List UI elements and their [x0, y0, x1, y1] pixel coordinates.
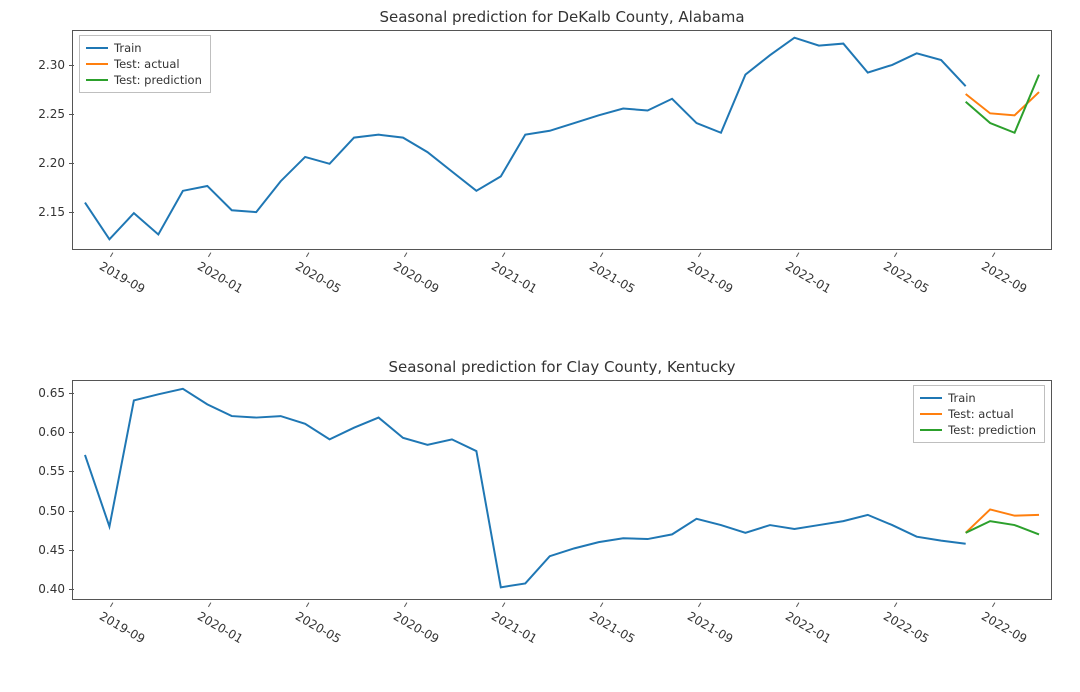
- legend-item-prediction: Test: prediction: [920, 422, 1036, 438]
- x-tick: 2022-05: [881, 259, 931, 296]
- plot-area: Train Test: actual Test: prediction 0.40…: [72, 380, 1052, 600]
- x-tick: 2021-05: [587, 259, 637, 296]
- legend-item-actual: Test: actual: [920, 406, 1036, 422]
- x-tick: 2021-05: [587, 609, 637, 646]
- y-tick: 2.20: [38, 156, 73, 170]
- legend-item-actual: Test: actual: [86, 56, 202, 72]
- legend-swatch-actual: [86, 63, 108, 65]
- x-tick: 2021-09: [685, 609, 735, 646]
- y-tick: 0.45: [38, 543, 73, 557]
- y-tick: 2.25: [38, 107, 73, 121]
- y-tick: 0.60: [38, 425, 73, 439]
- y-tick: 0.65: [38, 386, 73, 400]
- legend: Train Test: actual Test: prediction: [913, 385, 1045, 443]
- legend-swatch-actual: [920, 413, 942, 415]
- chart-title: Seasonal prediction for Clay County, Ken…: [72, 358, 1052, 376]
- x-tick: 2022-09: [979, 259, 1029, 296]
- x-tick: 2019-09: [97, 259, 147, 296]
- legend-swatch-prediction: [86, 79, 108, 81]
- y-tick: 0.55: [38, 464, 73, 478]
- plot-area: Train Test: actual Test: prediction 2.15…: [72, 30, 1052, 250]
- chart-dekalb: Seasonal prediction for DeKalb County, A…: [72, 30, 1052, 250]
- x-tick: 2020-09: [391, 609, 441, 646]
- figure: Seasonal prediction for DeKalb County, A…: [0, 0, 1080, 692]
- x-tick: 2020-05: [293, 609, 343, 646]
- x-tick: 2020-05: [293, 259, 343, 296]
- x-tick: 2019-09: [97, 609, 147, 646]
- legend-label: Test: prediction: [948, 422, 1036, 438]
- legend-item-prediction: Test: prediction: [86, 72, 202, 88]
- x-tick: 2022-09: [979, 609, 1029, 646]
- series-line-train: [85, 389, 966, 587]
- y-tick: 2.30: [38, 58, 73, 72]
- legend-item-train: Train: [86, 40, 202, 56]
- y-tick: 0.50: [38, 504, 73, 518]
- x-tick: 2022-01: [783, 609, 833, 646]
- x-tick: 2021-01: [489, 259, 539, 296]
- series-line-train: [85, 38, 966, 240]
- x-tick: 2021-09: [685, 259, 735, 296]
- legend-item-train: Train: [920, 390, 1036, 406]
- legend-label: Test: prediction: [114, 72, 202, 88]
- y-tick: 2.15: [38, 205, 73, 219]
- series-svg: [73, 31, 1051, 249]
- x-tick: 2020-01: [195, 259, 245, 296]
- x-tick: 2022-05: [881, 609, 931, 646]
- legend-swatch-prediction: [920, 429, 942, 431]
- x-tick: 2021-01: [489, 609, 539, 646]
- legend-swatch-train: [86, 47, 108, 49]
- legend-label: Train: [114, 40, 142, 56]
- chart-clay: Seasonal prediction for Clay County, Ken…: [72, 380, 1052, 600]
- legend-swatch-train: [920, 397, 942, 399]
- y-tick: 0.40: [38, 582, 73, 596]
- legend-label: Test: actual: [114, 56, 180, 72]
- chart-title: Seasonal prediction for DeKalb County, A…: [72, 8, 1052, 26]
- series-svg: [73, 381, 1051, 599]
- x-tick: 2020-09: [391, 259, 441, 296]
- legend: Train Test: actual Test: prediction: [79, 35, 211, 93]
- x-tick: 2020-01: [195, 609, 245, 646]
- legend-label: Test: actual: [948, 406, 1014, 422]
- x-tick: 2022-01: [783, 259, 833, 296]
- legend-label: Train: [948, 390, 976, 406]
